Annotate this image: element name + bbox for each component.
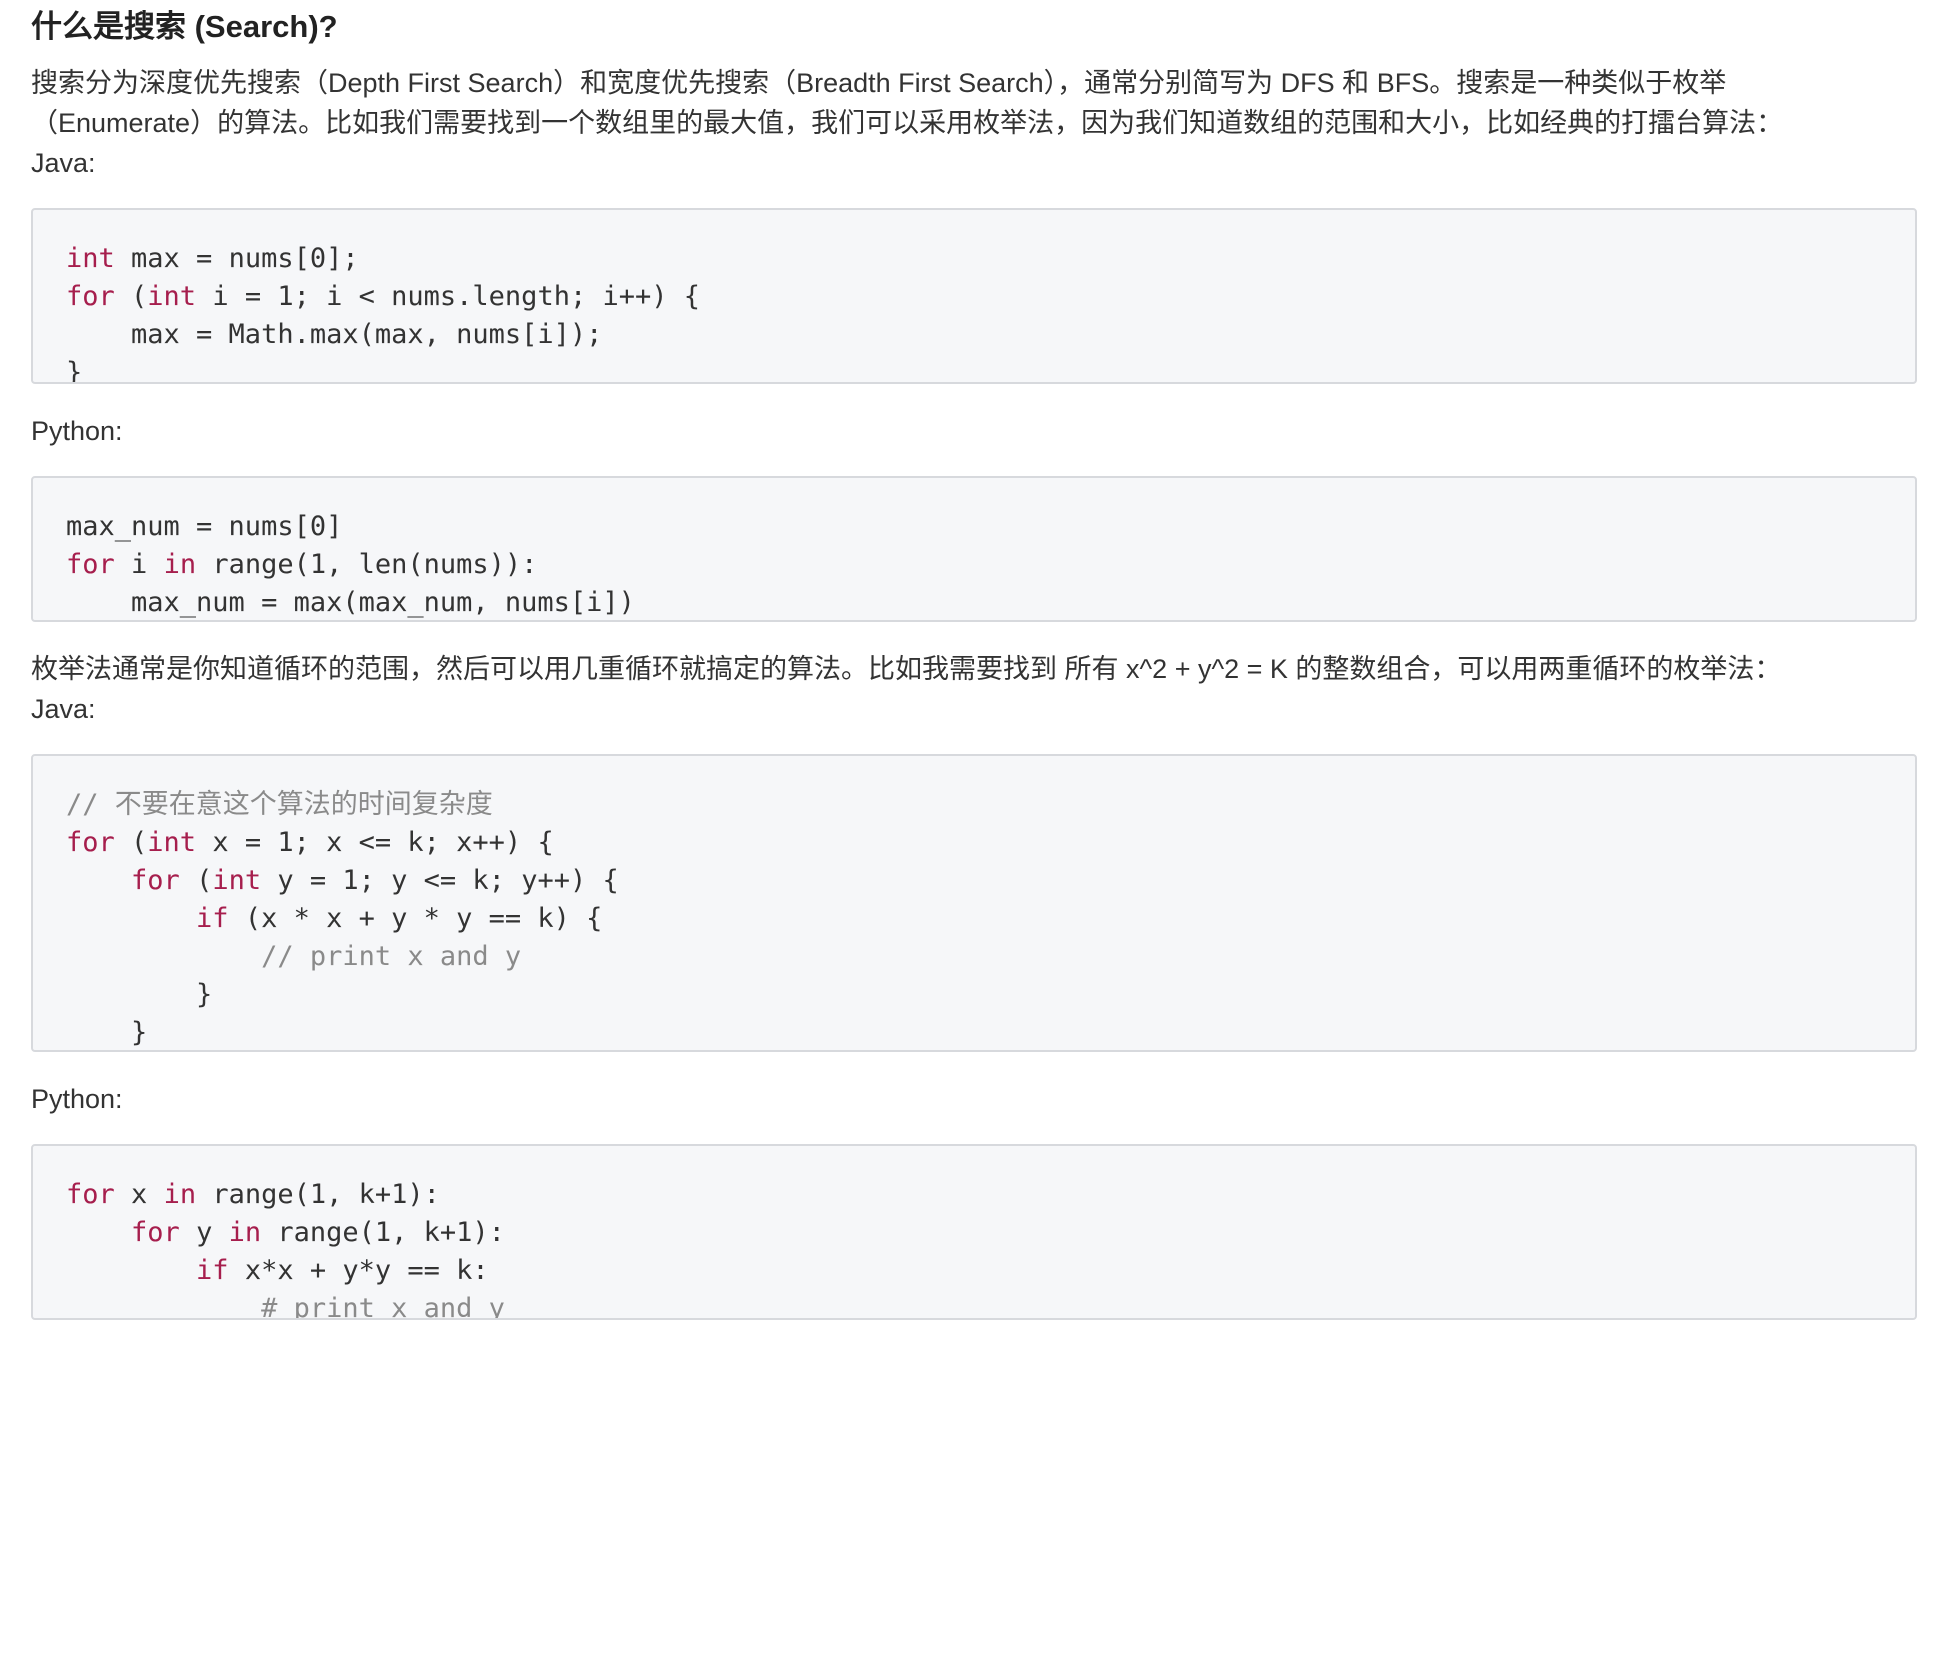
java-label: Java:	[31, 148, 96, 178]
code-keyword: for	[131, 1217, 180, 1248]
python-label: Python:	[31, 1084, 123, 1114]
code-line: for x in range(1, k+1):	[66, 1176, 1882, 1214]
code-line: for y in range(1, k+1):	[66, 1214, 1882, 1252]
code-text: y = 1; y <= k; y++) {	[261, 865, 619, 896]
code-keyword: if	[196, 1255, 229, 1286]
code-keyword: int	[66, 243, 115, 274]
code-text: }	[66, 1017, 148, 1048]
code-keyword: for	[66, 1179, 115, 1210]
code-keyword: if	[196, 903, 229, 934]
code-block-java-enum: // 不要在意这个算法的时间复杂度 for (int x = 1; x <= k;…	[31, 754, 1917, 1052]
intro-paragraph-line-2: （Enumerate）的算法。比如我们需要找到一个数组里的最大值，我们可以采用枚…	[31, 108, 1784, 138]
code-text: range(1, k+1):	[196, 1179, 440, 1210]
code-line: }	[66, 976, 1882, 1014]
code-text: y	[179, 1217, 229, 1248]
code-text: i = 1; i < nums.length; i++) {	[196, 281, 700, 312]
code-text: max = nums[0];	[114, 243, 359, 274]
code-line: }	[66, 354, 1882, 384]
code-line: }	[66, 1014, 1882, 1050]
code-text: }	[66, 979, 213, 1010]
code-line: for (int x = 1; x <= k; x++) {	[66, 824, 1882, 862]
code-keyword: for	[66, 549, 115, 580]
code-line: // 不要在意这个算法的时间复杂度	[66, 786, 1882, 824]
code-line: max_num = max(max_num, nums[i])	[66, 584, 1882, 620]
python-label: Python:	[31, 416, 123, 446]
code-block-java-max: int max = nums[0]; for (int i = 1; i < nu…	[31, 208, 1917, 384]
code-keyword: int	[147, 827, 197, 858]
code-line: if x*x + y*y == k:	[66, 1252, 1882, 1290]
code-line: // print x and y	[66, 938, 1882, 976]
page-title: 什么是搜索 (Search)?	[31, 9, 338, 44]
code-text: max = Math.max(max, nums[i]);	[66, 319, 603, 350]
code-line: int max = nums[0];	[66, 240, 1882, 278]
code-text: range(1, len(nums)):	[196, 549, 538, 580]
code-line: max = Math.max(max, nums[i]);	[66, 316, 1882, 354]
code-text: range(1, k+1):	[261, 1217, 505, 1248]
code-comment: // 不要在意这个算法的时间复杂度	[66, 789, 493, 820]
code-text: x*x + y*y == k:	[228, 1255, 489, 1286]
code-keyword: for	[66, 281, 115, 312]
code-text: max_num = max(max_num, nums[i])	[66, 587, 635, 618]
code-keyword: in	[163, 549, 197, 580]
code-line: if (x * x + y * y == k) {	[66, 900, 1882, 938]
code-text: x = 1; x <= k; x++) {	[196, 827, 554, 858]
code-keyword: int	[147, 281, 197, 312]
code-keyword: in	[163, 1179, 197, 1210]
code-text: (	[114, 281, 148, 312]
code-line: for (int y = 1; y <= k; y++) {	[66, 862, 1882, 900]
code-line: # print x and y	[66, 1290, 1882, 1320]
code-comment: # print x and y	[261, 1293, 505, 1320]
code-text: }	[66, 357, 83, 384]
code-line: max_num = nums[0]	[66, 508, 1882, 546]
code-comment: // print x and y	[261, 941, 522, 972]
code-text: (	[179, 865, 213, 896]
code-keyword: int	[212, 865, 262, 896]
code-text: x	[114, 1179, 164, 1210]
code-text: (x * x + y * y == k) {	[228, 903, 603, 934]
code-block-python-max: max_num = nums[0] for i in range(1, len(n…	[31, 476, 1917, 622]
code-keyword: for	[131, 865, 180, 896]
code-text: i	[114, 549, 164, 580]
code-keyword: for	[66, 827, 115, 858]
java-label: Java:	[31, 694, 96, 724]
article-page: 什么是搜索 (Search)? 搜索分为深度优先搜索（Depth First S…	[0, 0, 1954, 1664]
middle-paragraph: 枚举法通常是你知道循环的范围，然后可以用几重循环就搞定的算法。比如我需要找到 所…	[31, 654, 1782, 684]
code-text: (	[114, 827, 148, 858]
code-line: for (int i = 1; i < nums.length; i++) {	[66, 278, 1882, 316]
code-line: for i in range(1, len(nums)):	[66, 546, 1882, 584]
code-keyword: in	[228, 1217, 262, 1248]
code-block-python-enum: for x in range(1, k+1): for y in range(1…	[31, 1144, 1917, 1320]
code-text: max_num = nums[0]	[66, 511, 343, 542]
